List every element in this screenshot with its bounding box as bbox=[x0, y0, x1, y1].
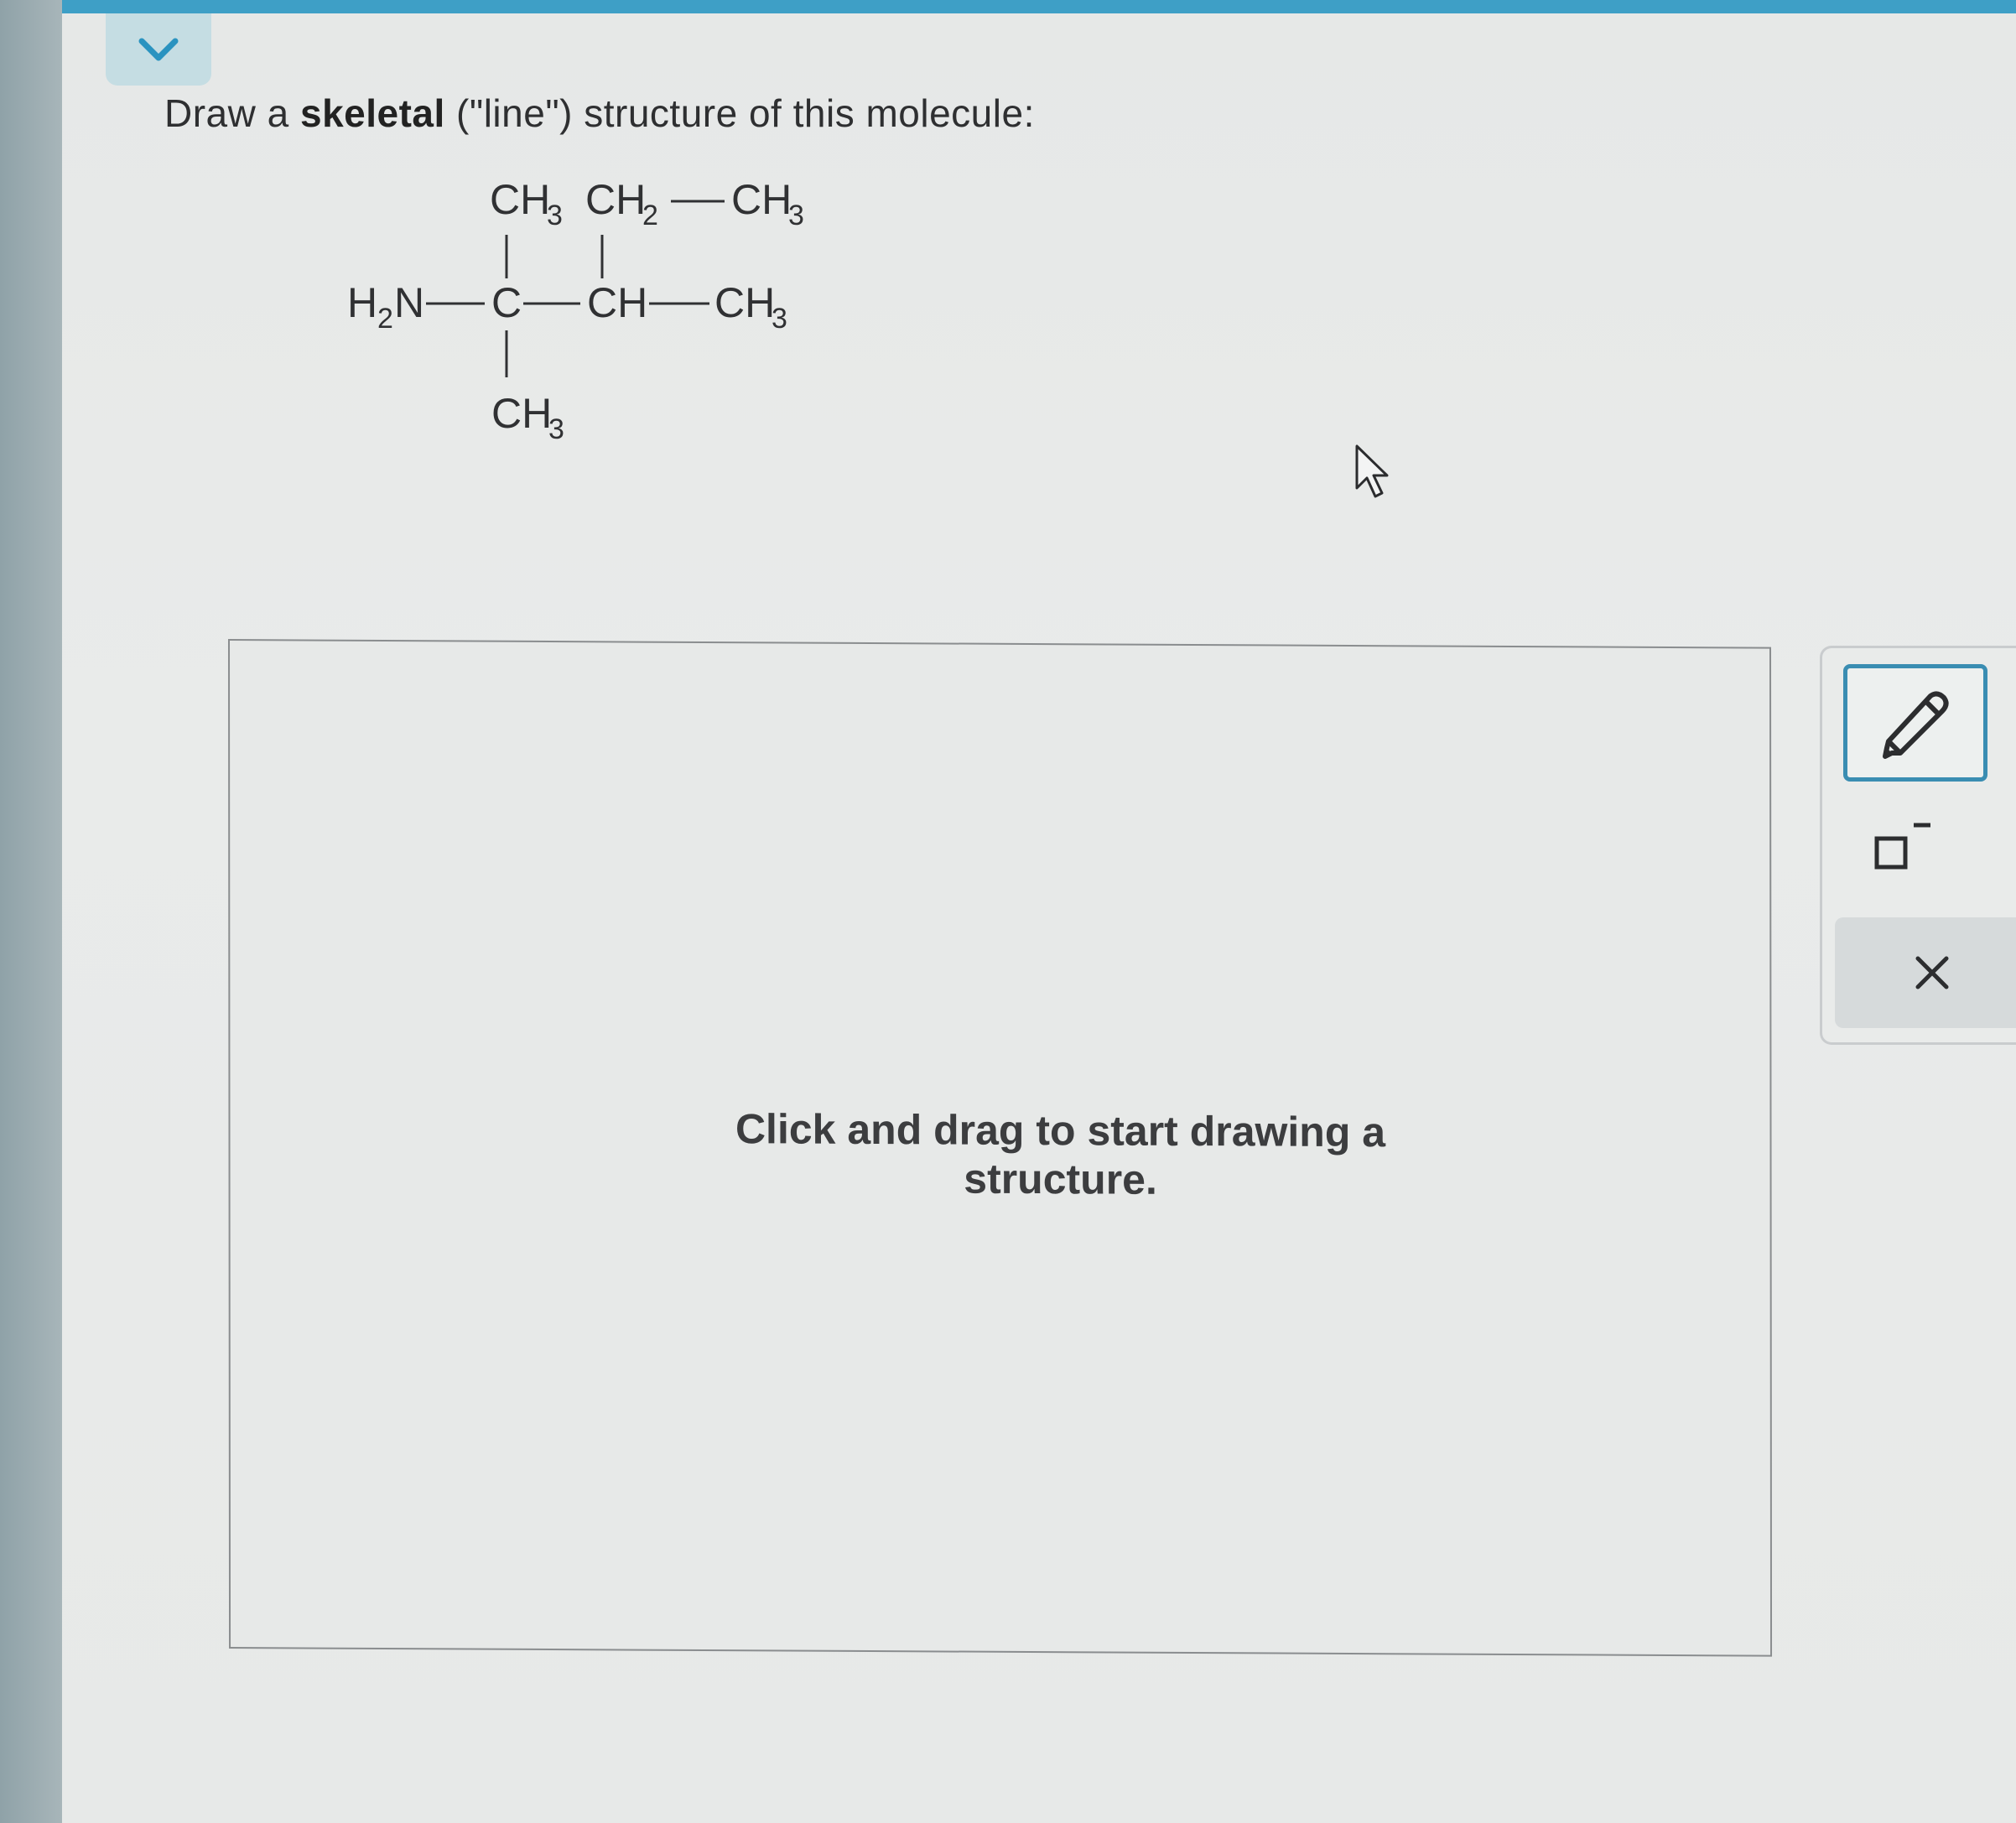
label-h2n-h: H bbox=[347, 279, 377, 326]
close-icon bbox=[1915, 956, 1949, 989]
mouse-cursor-icon bbox=[1354, 443, 1395, 506]
label-bottom-ch3-sub: 3 bbox=[548, 413, 564, 445]
label-center-c: C bbox=[491, 279, 522, 326]
collapse-toggle-button[interactable] bbox=[106, 13, 211, 86]
label-h2n-sub: 2 bbox=[377, 303, 393, 335]
question-prefix: Draw a bbox=[164, 91, 300, 135]
top-accent-bar bbox=[62, 0, 2016, 13]
drawing-canvas[interactable]: Click and drag to start drawing a struct… bbox=[228, 639, 1773, 1657]
label-h2n-n: N bbox=[394, 279, 424, 326]
label-top-right-ch3: CH bbox=[731, 176, 792, 223]
label-top-ch2: CH bbox=[585, 176, 646, 223]
question-bold-word: skeletal bbox=[299, 91, 445, 135]
label-top-ch3: CH bbox=[490, 176, 550, 223]
pencil-tool-button[interactable] bbox=[1843, 664, 1987, 782]
canvas-hint-line1: Click and drag to start drawing a bbox=[735, 1105, 1386, 1156]
label-bottom-ch3: CH bbox=[491, 390, 552, 437]
label-top-right-ch3-sub: 3 bbox=[788, 200, 804, 231]
condensed-structure-diagram: CH 3 CH 2 CH 3 H 2 N C CH CH 3 CH 3 bbox=[280, 151, 951, 470]
screen: Draw a skeletal ("line") structure of th… bbox=[62, 0, 2016, 1823]
label-ch: CH bbox=[587, 279, 647, 326]
question-suffix: ("line") structure of this molecule: bbox=[444, 91, 1035, 135]
charge-box-icon bbox=[1874, 823, 1930, 870]
charge-tool-button[interactable] bbox=[1867, 813, 1942, 880]
label-top-ch2-sub: 2 bbox=[642, 200, 658, 231]
label-right-ch3-sub: 3 bbox=[772, 303, 787, 335]
question-prompt: Draw a skeletal ("line") structure of th… bbox=[164, 91, 1035, 136]
canvas-hint: Click and drag to start drawing a struct… bbox=[691, 1104, 1429, 1206]
label-top-ch3-sub: 3 bbox=[547, 200, 563, 231]
pencil-icon bbox=[1883, 691, 1949, 759]
clear-button[interactable] bbox=[1835, 917, 2016, 1028]
chevron-down-icon bbox=[138, 38, 179, 61]
label-right-ch3: CH bbox=[714, 279, 775, 326]
canvas-hint-line2: structure. bbox=[964, 1155, 1157, 1203]
